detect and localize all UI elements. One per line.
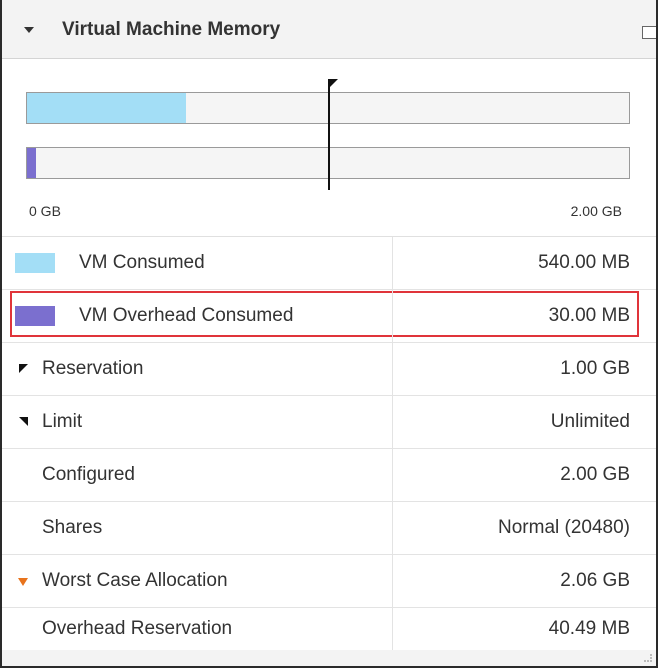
row-value: 2.06 GB (560, 570, 630, 591)
panel-footer (2, 650, 656, 666)
axis-max-label: 2.00 GB (570, 203, 622, 219)
reservation-marker-line (328, 83, 330, 190)
row-shares: Shares Normal (20480) (2, 502, 656, 555)
vm-consumed-swatch-icon (15, 253, 55, 273)
row-label: VM Overhead Consumed (79, 305, 294, 326)
row-limit: Limit Unlimited (2, 396, 656, 449)
panel-header[interactable]: Virtual Machine Memory (2, 0, 656, 59)
row-value: 1.00 GB (560, 358, 630, 379)
row-value: Unlimited (550, 411, 630, 432)
row-label: VM Consumed (79, 252, 205, 273)
row-label: Limit (42, 411, 83, 432)
axis-min-label: 0 GB (29, 203, 61, 219)
row-label: Reservation (42, 358, 144, 379)
reservation-flag-icon (19, 364, 28, 373)
row-label: Worst Case Allocation (42, 570, 228, 591)
row-worst-case-allocation[interactable]: Worst Case Allocation 2.06 GB (2, 555, 656, 608)
memory-usage-chart: 0 GB 2.00 GB (2, 59, 656, 237)
vm-overhead-swatch-icon (15, 306, 55, 326)
row-label: Configured (42, 464, 135, 485)
row-value: Normal (20480) (498, 517, 630, 538)
row-value: 40.49 MB (548, 618, 630, 639)
collapse-chevron-icon[interactable] (24, 27, 34, 33)
row-label: Overhead Reservation (42, 618, 233, 639)
vm-consumed-bar-fill (27, 93, 186, 123)
row-value: 540.00 MB (538, 252, 630, 273)
row-configured: Configured 2.00 GB (2, 449, 656, 502)
vm-memory-panel: Virtual Machine Memory 0 GB 2.00 GB VM C… (0, 0, 658, 668)
panel-title: Virtual Machine Memory (62, 19, 281, 40)
orange-triangle-icon[interactable] (18, 578, 28, 586)
row-vm-overhead-consumed: VM Overhead Consumed 30.00 MB (2, 290, 656, 343)
row-overhead-reservation: Overhead Reservation 40.49 MB (2, 608, 656, 650)
reservation-flag-icon (328, 79, 338, 89)
maximize-icon[interactable] (642, 26, 656, 39)
row-value: 2.00 GB (560, 464, 630, 485)
row-vm-consumed: VM Consumed 540.00 MB (2, 237, 656, 290)
limit-flag-icon (19, 417, 28, 426)
row-label: Shares (42, 517, 103, 538)
resize-grip-icon[interactable] (644, 654, 652, 662)
row-value: 30.00 MB (548, 305, 630, 326)
vm-overhead-bar-fill (27, 148, 36, 178)
row-reservation: Reservation 1.00 GB (2, 343, 656, 396)
